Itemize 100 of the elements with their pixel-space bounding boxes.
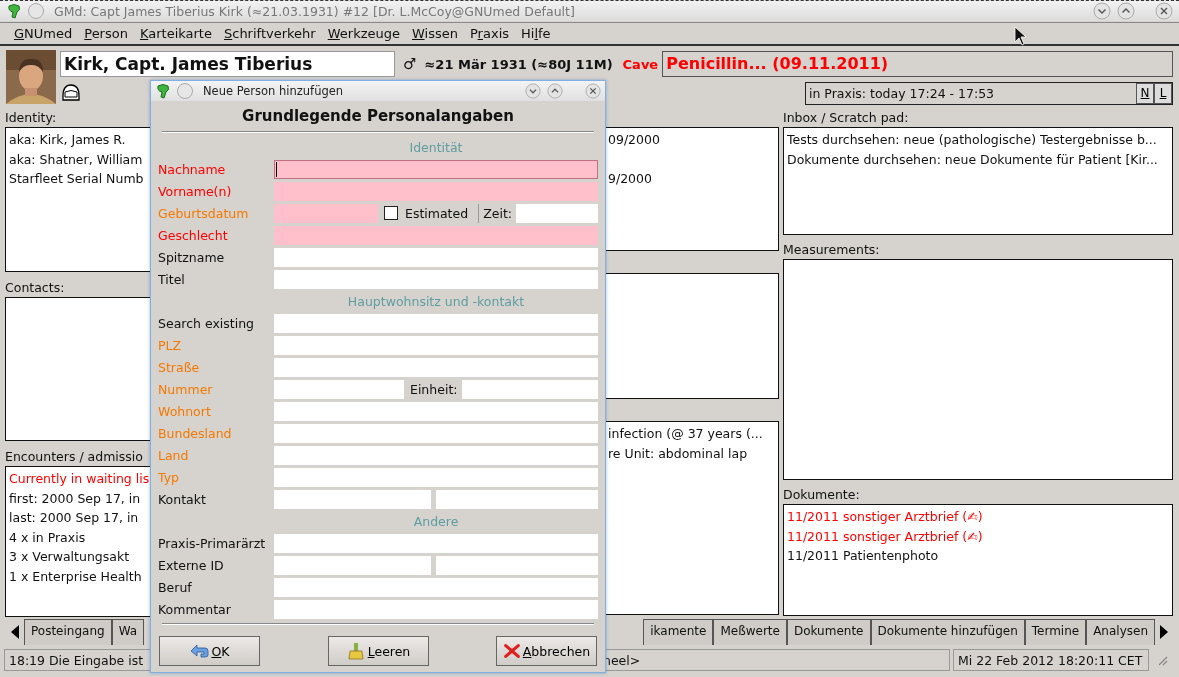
- list-item[interactable]: last: 2000 Sep 17, in: [9, 508, 139, 528]
- list-item[interactable]: 11/2011 Patientenphoto: [787, 546, 939, 566]
- tab[interactable]: Analysen: [1086, 619, 1155, 645]
- input-field[interactable]: [436, 555, 598, 575]
- field-label: Land: [158, 447, 190, 463]
- list-item[interactable]: 9/2000: [608, 168, 652, 188]
- list-item[interactable]: aka: Shatner, William: [9, 149, 143, 169]
- section-title: Hauptwohnsitz und -kontakt: [347, 293, 525, 309]
- tab[interactable]: Wa: [111, 619, 145, 645]
- list-item[interactable]: Dokumente durchsehen: neue Dokumente für Patient [Kir...: [787, 149, 1158, 169]
- menu-item[interactable]: Schriftverkehr: [217, 26, 322, 41]
- broom-icon: [345, 642, 366, 660]
- menu-item[interactable]: Wissen: [406, 26, 464, 41]
- list-item[interactable]: 11/2011 sonstiger Arztbrief (✍): [787, 507, 983, 527]
- field-label: Straße: [158, 359, 201, 375]
- status-clock: Mi 22 Feb 2012 18:20:11 CET: [953, 649, 1149, 671]
- list-item[interactable]: aka: Kirk, James R.: [9, 130, 126, 150]
- field-label: Einheit:: [410, 381, 458, 397]
- window-menu-button[interactable]: [28, 3, 44, 19]
- list-item[interactable]: 1 x Enterprise Health: [9, 566, 142, 586]
- tab[interactable]: Dokumente hinzufügen: [870, 619, 1025, 645]
- minimize-icon[interactable]: [525, 83, 541, 99]
- scroll-right-icon[interactable]: [1159, 625, 1169, 639]
- field-label: Kontakt: [158, 491, 207, 507]
- back-arrow-icon: [189, 642, 210, 660]
- menu-item[interactable]: Hilfe: [515, 26, 557, 41]
- input-field[interactable]: [274, 379, 404, 399]
- input-field[interactable]: [274, 225, 598, 245]
- close-icon[interactable]: [585, 83, 601, 99]
- tab[interactable]: Posteingang: [24, 619, 112, 645]
- dialog-button[interactable]: Leeren: [327, 636, 429, 666]
- tab[interactable]: Dokumente: [786, 619, 871, 645]
- list-item[interactable]: infection (@ 37 years (...: [608, 424, 763, 444]
- list-item[interactable]: 09/2000: [608, 130, 660, 150]
- field-label: Kommentar: [158, 601, 232, 617]
- input-field[interactable]: [516, 203, 598, 223]
- panel-label: Identity:: [5, 109, 58, 127]
- tab[interactable]: Termine: [1024, 619, 1087, 645]
- input-field[interactable]: [274, 577, 598, 597]
- menu-item[interactable]: Person: [78, 26, 134, 41]
- input-field[interactable]: [274, 401, 598, 421]
- input-field[interactable]: [274, 467, 598, 487]
- resize-grip-icon[interactable]: [1156, 654, 1168, 666]
- field-label: Geburtsdatum: [158, 205, 250, 221]
- encounter-button[interactable]: L: [1154, 82, 1172, 104]
- tab[interactable]: ikamente: [643, 619, 714, 645]
- input-field[interactable]: [436, 489, 598, 509]
- input-field[interactable]: [274, 313, 598, 333]
- checkbox[interactable]: [384, 206, 398, 220]
- list-item[interactable]: first: 2000 Sep 17, in: [9, 488, 141, 508]
- input-field[interactable]: [274, 445, 598, 465]
- menu-item[interactable]: Werkzeuge: [321, 26, 406, 41]
- checkbox-label: Estimated: [405, 205, 469, 221]
- field-label: Geschlecht: [158, 227, 229, 243]
- window-menu-button[interactable]: [177, 83, 193, 99]
- input-field[interactable]: [274, 489, 431, 509]
- field-label: Beruf: [158, 579, 193, 595]
- maximize-icon[interactable]: [1117, 2, 1135, 20]
- field-label: Titel: [158, 271, 186, 287]
- cross-icon: [502, 642, 521, 660]
- field-label: Nachname: [158, 161, 227, 177]
- list-item[interactable]: 11/2011 sonstiger Arztbrief (✍): [787, 526, 983, 546]
- input-field[interactable]: [274, 423, 598, 443]
- dialog-button[interactable]: OK: [159, 636, 260, 666]
- field-label: Typ: [158, 469, 181, 485]
- input-field[interactable]: [274, 555, 431, 575]
- encounter-button[interactable]: N: [1136, 82, 1154, 104]
- close-icon[interactable]: [1155, 2, 1173, 20]
- patient-name-field[interactable]: Kirk, Capt. James Tiberius: [60, 51, 395, 77]
- input-field[interactable]: [274, 357, 598, 377]
- input-field[interactable]: [274, 247, 598, 267]
- input-field[interactable]: [461, 379, 598, 399]
- list-item[interactable]: 3 x Verwaltungsakt: [9, 547, 130, 567]
- list-item[interactable]: Currently in waiting lis: [9, 469, 150, 489]
- mouse-pointer-icon: [1014, 26, 1028, 46]
- field-label: Spitzname: [158, 249, 226, 265]
- input-field[interactable]: [274, 335, 598, 355]
- maximize-icon[interactable]: [547, 83, 563, 99]
- scroll-left-icon[interactable]: [10, 625, 20, 639]
- list-item[interactable]: Tests durchsehen: neue (pathologische) Testergebnisse b...: [787, 130, 1157, 150]
- input-field[interactable]: [274, 269, 598, 289]
- list-item[interactable]: re Unit: abdominal lap: [608, 443, 748, 463]
- input-field[interactable]: [274, 181, 598, 201]
- input-field[interactable]: [274, 599, 598, 619]
- tab[interactable]: Meßwerte: [713, 619, 787, 645]
- list-item[interactable]: 4 x in Praxis: [9, 527, 86, 547]
- dialog-button[interactable]: Abbrechen: [496, 636, 597, 666]
- section-title: Andere: [413, 513, 459, 529]
- input-field[interactable]: [274, 533, 598, 553]
- helmet-icon[interactable]: [60, 82, 82, 104]
- panel-label: Inbox / Scratch pad:: [783, 109, 910, 127]
- menu-item[interactable]: Karteikarte: [133, 26, 218, 41]
- menu-item[interactable]: GNUmed: [8, 26, 79, 41]
- minimize-icon[interactable]: [1093, 2, 1111, 20]
- cave-label: Cave: [622, 56, 659, 72]
- menu-item[interactable]: Praxis: [464, 26, 515, 41]
- list-item[interactable]: Starfleet Serial Numb: [9, 169, 144, 189]
- input-field[interactable]: [274, 203, 378, 223]
- field-label: Externe ID: [158, 557, 225, 573]
- input-field[interactable]: [274, 159, 598, 179]
